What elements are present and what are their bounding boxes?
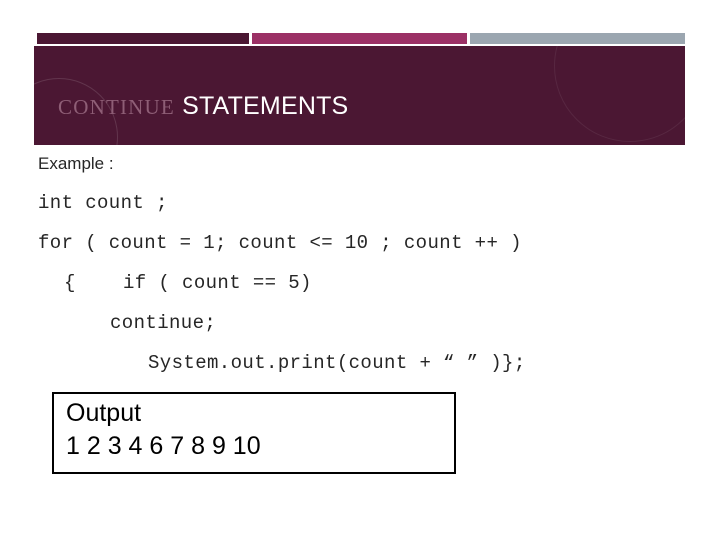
- code-line-if-condition: { if ( count == 5): [64, 272, 312, 294]
- code-line-for-loop: for ( count = 1; count <= 10 ; count ++ …: [38, 232, 522, 254]
- code-line-print: System.out.print(count + “ ” )};: [148, 352, 526, 374]
- code-line-declaration: int count ;: [38, 192, 168, 214]
- accent-bar-dark: [37, 33, 249, 44]
- page-title: CONTINUE STATEMENTS: [58, 92, 348, 121]
- code-line-continue: continue;: [110, 312, 217, 334]
- example-label: Example :: [38, 154, 114, 173]
- accent-bar-gray: [470, 33, 685, 44]
- page-title-keyword: CONTINUE: [58, 95, 175, 119]
- slide-header-band: CONTINUE STATEMENTS: [34, 46, 685, 145]
- output-box: Output 1 2 3 4 6 7 8 9 10: [52, 392, 456, 474]
- decorative-circle-secondary-icon: [554, 46, 685, 142]
- output-box-values: 1 2 3 4 6 7 8 9 10: [66, 432, 261, 460]
- output-box-title: Output: [66, 399, 142, 427]
- accent-bar-pink: [252, 33, 467, 44]
- accent-bar-strip: [37, 33, 685, 44]
- page-title-main: STATEMENTS: [174, 92, 349, 120]
- slide-canvas: CONTINUE STATEMENTS Example : int count …: [0, 0, 720, 540]
